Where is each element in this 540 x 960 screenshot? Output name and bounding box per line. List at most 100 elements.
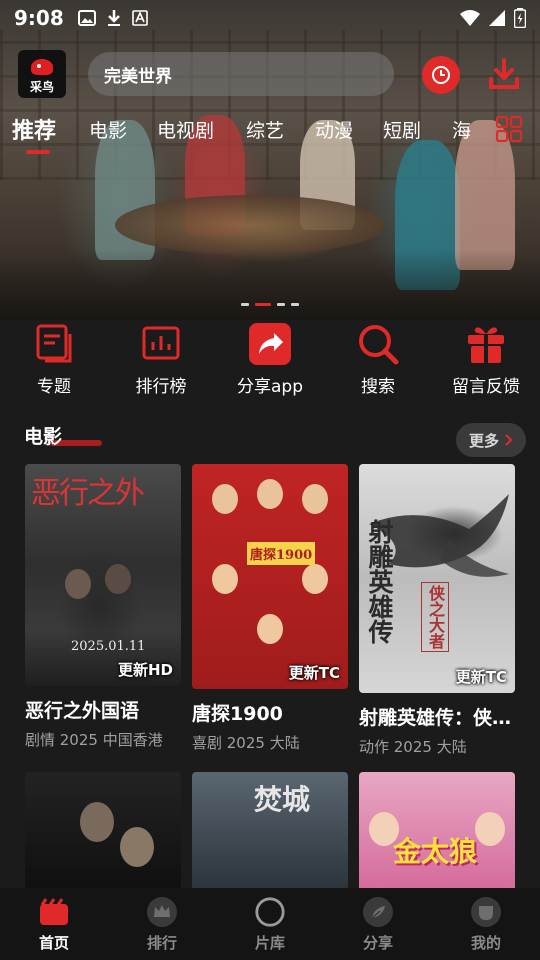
more-button[interactable]: 更多 bbox=[456, 423, 526, 457]
tab-active-indicator bbox=[26, 150, 50, 154]
movie-card[interactable]: 唐探1900 更新TC 唐探1900 喜剧 2025 大陆 bbox=[192, 464, 348, 753]
banner-dot[interactable] bbox=[241, 303, 249, 306]
banner-pagination bbox=[0, 303, 540, 309]
top-bar: 采鸟 完美世界 bbox=[0, 48, 540, 102]
banner-dot-active[interactable] bbox=[255, 303, 271, 306]
movie-card[interactable]: 焚城 bbox=[192, 772, 348, 892]
library-icon bbox=[255, 897, 285, 927]
movie-poster[interactable]: 金太狼 bbox=[359, 772, 515, 892]
poster-figure bbox=[212, 484, 238, 514]
app-logo[interactable]: 采鸟 bbox=[18, 50, 66, 98]
history-button[interactable] bbox=[422, 56, 460, 94]
movie-card[interactable]: 金太狼 bbox=[359, 772, 515, 892]
nav-label: 首页 bbox=[38, 934, 69, 952]
font-icon bbox=[131, 10, 148, 26]
more-label: 更多 bbox=[468, 431, 499, 450]
movie-card[interactable]: 恶行之外 2025.01.11 更新HD 恶行之外国语 剧情 2025 中国香港 bbox=[25, 464, 181, 750]
category-tabs: 推荐 电影 电视剧 综艺 动漫 短剧 海 bbox=[0, 110, 540, 160]
movie-title[interactable]: 恶行之外国语 bbox=[25, 696, 181, 723]
movie-card[interactable]: 射雕英雄传 侠之大者 更新TC 射雕英雄传：侠之大者 动作 2025 大陆 bbox=[359, 464, 515, 757]
poster-title: 唐探1900 bbox=[247, 542, 316, 565]
nav-ranking[interactable]: 排行 bbox=[122, 896, 202, 953]
tab-tv[interactable]: 电视剧 bbox=[157, 116, 214, 143]
quick-action-label: 分享app bbox=[237, 377, 303, 397]
bird-icon bbox=[31, 59, 53, 75]
poster-figure bbox=[257, 614, 283, 644]
quick-action-label: 专题 bbox=[37, 377, 71, 397]
share-leaf-icon bbox=[363, 897, 393, 927]
movie-meta: 动作 2025 大陆 bbox=[359, 738, 467, 756]
poster-figure bbox=[65, 569, 91, 599]
share-icon bbox=[249, 323, 291, 365]
nav-label: 片库 bbox=[254, 934, 285, 952]
poster-figure bbox=[302, 484, 328, 514]
signal-icon bbox=[489, 10, 505, 26]
tab-variety[interactable]: 综艺 bbox=[246, 116, 284, 143]
bottom-nav: 首页 排行 片库 分享 我的 bbox=[0, 888, 540, 960]
tab-short-drama[interactable]: 短剧 bbox=[383, 116, 421, 143]
quick-action-search[interactable]: 搜索 bbox=[330, 322, 426, 397]
history-icon bbox=[432, 66, 450, 84]
poster-figure bbox=[475, 812, 505, 846]
status-bar: 9:08 bbox=[0, 0, 540, 36]
poster-figure bbox=[302, 564, 328, 594]
nav-profile[interactable]: 我的 bbox=[446, 896, 526, 953]
movie-poster[interactable] bbox=[25, 772, 181, 892]
poster-subtitle: 侠之大者 bbox=[421, 582, 449, 652]
quick-action-feedback[interactable]: 留言反馈 bbox=[438, 322, 534, 397]
section-title: 电影 bbox=[24, 426, 63, 448]
movie-section-header: 电影 更多 bbox=[0, 418, 540, 462]
quick-action-share-app[interactable]: 分享app bbox=[222, 322, 318, 397]
poster-date: 2025.01.11 bbox=[71, 639, 146, 654]
home-icon bbox=[40, 898, 68, 925]
search-icon bbox=[359, 325, 399, 365]
wifi-icon bbox=[460, 10, 480, 26]
banner-dot[interactable] bbox=[291, 303, 299, 306]
status-time: 9:08 bbox=[14, 6, 64, 30]
movie-poster[interactable]: 射雕英雄传 侠之大者 更新TC bbox=[359, 464, 515, 693]
quick-action-topics[interactable]: 专题 bbox=[6, 322, 102, 397]
topics-icon bbox=[36, 324, 72, 363]
search-value: 完美世界 bbox=[104, 66, 172, 87]
update-badge: 更新TC bbox=[455, 668, 507, 686]
movie-title[interactable]: 射雕英雄传：侠之大者 bbox=[359, 703, 515, 730]
movie-title[interactable]: 唐探1900 bbox=[192, 699, 348, 726]
banner-dot[interactable] bbox=[277, 303, 285, 306]
nav-label: 分享 bbox=[362, 934, 393, 952]
search-input[interactable]: 完美世界 bbox=[88, 52, 394, 96]
poster-title: 恶行之外 bbox=[31, 476, 145, 511]
quick-action-label: 排行榜 bbox=[135, 377, 187, 397]
tab-recommend[interactable]: 推荐 bbox=[12, 113, 56, 145]
movie-meta: 喜剧 2025 大陆 bbox=[192, 734, 300, 752]
movie-poster[interactable]: 唐探1900 更新TC bbox=[192, 464, 348, 689]
poster-figure bbox=[105, 564, 131, 594]
nav-share[interactable]: 分享 bbox=[338, 896, 418, 953]
movie-meta: 剧情 2025 中国香港 bbox=[25, 731, 163, 749]
category-grid-icon[interactable] bbox=[496, 116, 522, 142]
nav-home[interactable]: 首页 bbox=[14, 896, 94, 953]
ranking-icon bbox=[142, 326, 180, 360]
hero-shade bbox=[0, 250, 540, 320]
nav-library[interactable]: 片库 bbox=[230, 896, 310, 953]
download-icon bbox=[489, 58, 519, 89]
hero-table bbox=[115, 195, 385, 255]
crown-icon bbox=[147, 897, 177, 927]
image-icon bbox=[77, 10, 96, 26]
nav-label: 我的 bbox=[470, 934, 501, 952]
update-badge: 更新TC bbox=[288, 664, 340, 682]
battery-icon bbox=[514, 8, 526, 28]
movie-poster[interactable]: 恶行之外 2025.01.11 更新HD bbox=[25, 464, 181, 686]
movie-card[interactable] bbox=[25, 772, 181, 892]
poster-figure bbox=[80, 802, 114, 842]
quick-action-label: 搜索 bbox=[361, 377, 395, 397]
movie-poster[interactable]: 焚城 bbox=[192, 772, 348, 892]
tab-anime[interactable]: 动漫 bbox=[315, 116, 353, 143]
quick-action-ranking[interactable]: 排行榜 bbox=[113, 322, 209, 397]
tab-overseas[interactable]: 海 bbox=[452, 116, 471, 143]
update-badge: 更新HD bbox=[117, 661, 173, 679]
poster-figure bbox=[120, 827, 154, 867]
download-button[interactable] bbox=[484, 54, 524, 94]
tab-movie[interactable]: 电影 bbox=[89, 116, 127, 143]
logo-text: 采鸟 bbox=[29, 80, 54, 94]
poster-title: 金太狼 bbox=[393, 835, 478, 868]
